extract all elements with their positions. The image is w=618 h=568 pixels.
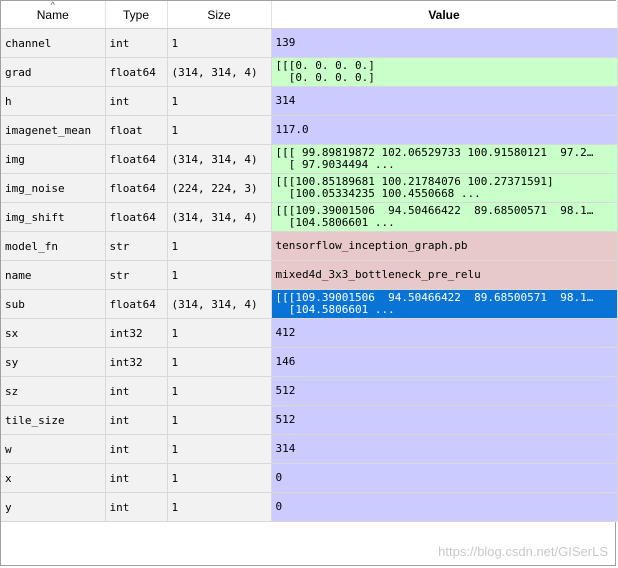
column-header-size[interactable]: Size — [167, 1, 272, 29]
sort-ascending-icon: ^ — [50, 0, 55, 10]
variable-type-cell[interactable]: int — [105, 405, 168, 435]
variable-size-cell[interactable]: 1 — [167, 86, 272, 116]
variable-row-name[interactable]: name str 1 mixed4d_3x3_bottleneck_pre_relu — [1, 260, 618, 290]
variable-name-cell[interactable]: h — [1, 86, 106, 116]
variable-row-img-shift[interactable]: img_shift float64 (314, 314, 4) [[[109.3900… — [1, 202, 618, 232]
variable-type-cell[interactable]: float — [105, 115, 168, 145]
variable-value-cell[interactable]: 0 — [271, 463, 618, 493]
variable-name-cell[interactable]: name — [1, 260, 106, 290]
variable-name-cell[interactable]: channel — [1, 28, 106, 58]
variable-row-h[interactable]: h int 1 314 — [1, 86, 618, 116]
variable-size-cell[interactable]: 1 — [167, 347, 272, 377]
variable-row-sx[interactable]: sx int32 1 412 — [1, 318, 618, 348]
variable-row-img[interactable]: img float64 (314, 314, 4)[[[ 99.89819872 1… — [1, 144, 618, 174]
variable-size-cell[interactable]: 1 — [167, 260, 272, 290]
variable-value-cell[interactable]: 146 — [271, 347, 618, 377]
variable-row-grad[interactable]: grad float64 (314, 314, 4) [[[0. 0. 0. 0.] … — [1, 57, 618, 87]
variable-type-cell[interactable]: float64 — [105, 289, 168, 319]
variable-size-cell[interactable]: (224, 224, 3) — [167, 173, 272, 203]
variable-value-cell[interactable]: [[[ 99.89819872 102.06529733 100.9158012… — [271, 144, 618, 174]
variable-row-sz[interactable]: sz int 1 512 — [1, 376, 618, 406]
variable-size-cell[interactable]: 1 — [167, 492, 272, 522]
variable-row-img-noise[interactable]: img_noise float64 (224, 224, 3) [[[100.8518… — [1, 173, 618, 203]
variable-name-cell[interactable]: img_noise — [1, 173, 106, 203]
column-header-type-label: Type — [122, 7, 149, 22]
variable-type-cell[interactable]: int — [105, 492, 168, 522]
variable-row-tile-size[interactable]: tile_size int 1 512 — [1, 405, 618, 435]
variable-value-cell[interactable]: 512 — [271, 405, 618, 435]
variable-type-cell[interactable]: int32 — [105, 347, 168, 377]
variable-value-cell[interactable]: 314 — [271, 434, 618, 464]
variable-type-cell[interactable]: int — [105, 86, 168, 116]
variable-table: ^ Name Type Size Value channel int 1 139 gra… — [1, 1, 618, 522]
variable-row-model-fn[interactable]: model_fn str 1 tensorflow_inception_graph.p… — [1, 231, 618, 261]
variable-size-cell[interactable]: (314, 314, 4) — [167, 144, 272, 174]
variable-name-cell[interactable]: sub — [1, 289, 106, 319]
variable-type-cell[interactable]: int32 — [105, 318, 168, 348]
column-header-value-label: Value — [428, 7, 460, 22]
variable-name-cell[interactable]: sz — [1, 376, 106, 406]
variable-name-cell[interactable]: w — [1, 434, 106, 464]
variable-row-w[interactable]: w int 1 314 — [1, 434, 618, 464]
variable-name-cell[interactable]: sx — [1, 318, 106, 348]
variable-value-cell[interactable]: [[[100.85189681 100.21784076 100.2737159… — [271, 173, 618, 203]
variable-row-channel[interactable]: channel int 1 139 — [1, 28, 618, 58]
variable-name-cell[interactable]: imagenet_mean — [1, 115, 106, 145]
variable-row-x[interactable]: x int 1 0 — [1, 463, 618, 493]
variable-value-cell[interactable]: mixed4d_3x3_bottleneck_pre_relu — [271, 260, 618, 290]
variable-type-cell[interactable]: str — [105, 231, 168, 261]
variable-size-cell[interactable]: 1 — [167, 231, 272, 261]
variable-name-cell[interactable]: x — [1, 463, 106, 493]
variable-row-sub[interactable]: sub float64 (314, 314, 4) [[[109.39001506 9… — [1, 289, 618, 319]
variable-size-cell[interactable]: 1 — [167, 405, 272, 435]
variable-name-cell[interactable]: tile_size — [1, 405, 106, 435]
variable-size-cell[interactable]: 1 — [167, 463, 272, 493]
variable-row-imagenet-mean[interactable]: imagenet_mean float 1 117.0 — [1, 115, 618, 145]
variable-value-cell[interactable]: 139 — [271, 28, 618, 58]
variable-value-cell[interactable]: 412 — [271, 318, 618, 348]
variable-size-cell[interactable]: 1 — [167, 318, 272, 348]
variable-value-cell[interactable]: [[[109.39001506 94.50466422 89.68500571 … — [271, 202, 618, 232]
variable-type-cell[interactable]: float64 — [105, 57, 168, 87]
variable-name-cell[interactable]: img — [1, 144, 106, 174]
header-row: ^ Name Type Size Value — [1, 0, 618, 29]
variable-size-cell[interactable]: (314, 314, 4) — [167, 202, 272, 232]
variable-size-cell[interactable]: 1 — [167, 376, 272, 406]
variable-name-cell[interactable]: sy — [1, 347, 106, 377]
variable-value-cell[interactable]: 512 — [271, 376, 618, 406]
variable-type-cell[interactable]: str — [105, 260, 168, 290]
variable-type-cell[interactable]: int — [105, 376, 168, 406]
variable-row-y[interactable]: y int 1 0 — [1, 492, 618, 522]
variable-name-cell[interactable]: y — [1, 492, 106, 522]
variable-size-cell[interactable]: (314, 314, 4) — [167, 57, 272, 87]
variable-value-cell[interactable]: [[[109.39001506 94.50466422 89.68500571 … — [271, 289, 618, 319]
variable-type-cell[interactable]: int — [105, 463, 168, 493]
variable-size-cell[interactable]: 1 — [167, 115, 272, 145]
column-header-name[interactable]: ^ Name — [1, 0, 106, 29]
column-header-type[interactable]: Type — [105, 1, 168, 29]
variable-size-cell[interactable]: 1 — [167, 434, 272, 464]
column-header-value[interactable]: Value — [271, 1, 618, 29]
variable-size-cell[interactable]: 1 — [167, 28, 272, 58]
variable-value-cell[interactable]: tensorflow_inception_graph.pb — [271, 231, 618, 261]
variable-row-sy[interactable]: sy int32 1 146 — [1, 347, 618, 377]
variable-name-cell[interactable]: grad — [1, 57, 106, 87]
variable-type-cell[interactable]: int — [105, 28, 168, 58]
variable-name-cell[interactable]: model_fn — [1, 231, 106, 261]
variable-value-cell[interactable]: 117.0 — [271, 115, 618, 145]
variable-value-cell[interactable]: 0 — [271, 492, 618, 522]
variable-explorer: ^ Name Type Size Value channel int 1 139 gra… — [0, 0, 618, 566]
variable-type-cell[interactable]: float64 — [105, 173, 168, 203]
variable-size-cell[interactable]: (314, 314, 4) — [167, 289, 272, 319]
column-header-size-label: Size — [207, 7, 231, 22]
variable-name-cell[interactable]: img_shift — [1, 202, 106, 232]
variable-type-cell[interactable]: int — [105, 434, 168, 464]
variable-type-cell[interactable]: float64 — [105, 144, 168, 174]
watermark: https://blog.csdn.net/GISerLS — [438, 544, 608, 559]
variable-type-cell[interactable]: float64 — [105, 202, 168, 232]
variable-value-cell[interactable]: [[[0. 0. 0. 0.] [0. 0. 0. 0.] — [271, 57, 618, 87]
variable-value-cell[interactable]: 314 — [271, 86, 618, 116]
